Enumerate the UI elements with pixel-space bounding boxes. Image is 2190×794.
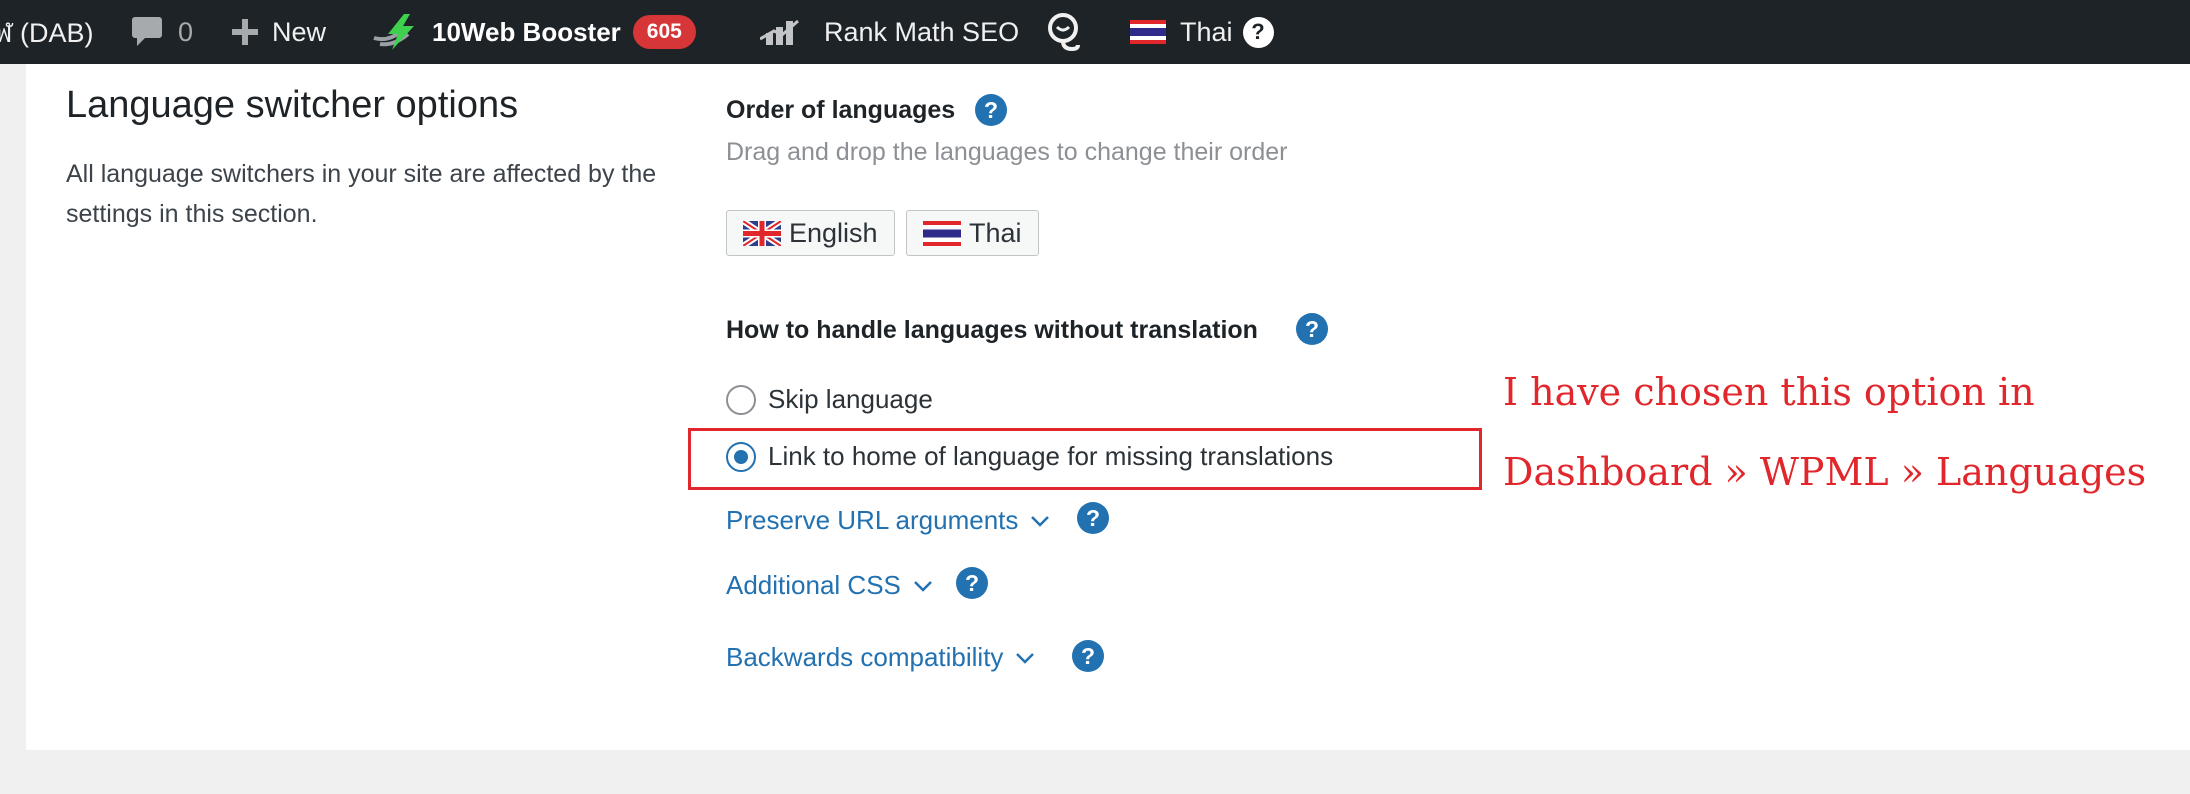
site-name-link[interactable]: ฬ (DAB): [0, 0, 93, 64]
section-description: All language switchers in your site are …: [66, 160, 657, 228]
chevron-down-icon: [1016, 652, 1035, 664]
toggle-label: Backwards compatibility: [726, 642, 1004, 672]
admin-bar: ฬ (DAB) 0 New 10Web Booster 605 Rank Mat…: [0, 0, 2190, 64]
toggle-label: Additional CSS: [726, 570, 901, 600]
rankmath-menu[interactable]: Rank Math SEO: [760, 0, 1019, 64]
uk-flag-icon: [743, 220, 781, 246]
annotation-line-1: I have chosen this option in: [1503, 370, 2035, 414]
booster-label: 10Web Booster: [432, 16, 621, 47]
missing-translation-label: How to handle languages without translat…: [726, 316, 1258, 344]
toggle-label: Preserve URL arguments: [726, 505, 1019, 535]
comments-link[interactable]: 0: [132, 0, 193, 64]
section-title: Language switcher options: [66, 84, 519, 126]
new-content-link[interactable]: New: [232, 0, 326, 64]
booster-menu[interactable]: 10Web Booster 605: [370, 0, 696, 64]
new-label: New: [272, 16, 327, 47]
annotation-line-2: Dashboard » WPML » Languages: [1503, 450, 2147, 494]
wpml-menu[interactable]: [1046, 0, 1082, 64]
option-skip-language[interactable]: Skip language: [726, 384, 933, 415]
rankmath-label: Rank Math SEO: [824, 16, 1020, 47]
radio-skip-language[interactable]: [726, 384, 756, 415]
toggle-additional-css[interactable]: Additional CSS: [726, 570, 933, 601]
language-name: English: [789, 217, 878, 248]
help-icon[interactable]: ?: [975, 94, 1007, 126]
language-switcher[interactable]: Thai ?: [1130, 0, 1274, 64]
thai-flag-icon: [923, 220, 961, 246]
plus-icon: [232, 19, 258, 45]
order-label: Order of languages: [726, 96, 956, 124]
annotation-highlight-box: [688, 428, 1482, 490]
toggle-backwards-compatibility[interactable]: Backwards compatibility: [726, 642, 1035, 673]
wpml-logo-icon: [1048, 13, 1080, 52]
help-icon[interactable]: ?: [1072, 640, 1104, 672]
help-icon[interactable]: ?: [956, 567, 988, 599]
toggle-preserve-url-arguments[interactable]: Preserve URL arguments: [726, 505, 1050, 536]
comment-icon: [132, 17, 162, 46]
order-hint: Drag and drop the languages to change th…: [726, 138, 1288, 166]
help-icon[interactable]: ?: [1296, 313, 1328, 345]
language-item-thai[interactable]: Thai: [906, 210, 1039, 256]
language-item-english[interactable]: English: [726, 210, 895, 256]
booster-badge: 605: [632, 15, 696, 49]
chevron-down-icon: [914, 580, 932, 592]
thai-flag-icon: [1130, 20, 1166, 44]
site-name: ฬ (DAB): [0, 17, 94, 48]
comments-count: 0: [178, 16, 194, 47]
language-name: Thai: [969, 217, 1022, 248]
option-label: Skip language: [768, 384, 933, 414]
chevron-down-icon: [1031, 515, 1050, 527]
rankmath-icon: [760, 19, 799, 45]
help-icon[interactable]: ?: [1077, 502, 1109, 534]
help-icon[interactable]: ?: [1242, 16, 1274, 48]
bolt-icon: [373, 14, 414, 50]
current-language: Thai: [1180, 16, 1233, 47]
